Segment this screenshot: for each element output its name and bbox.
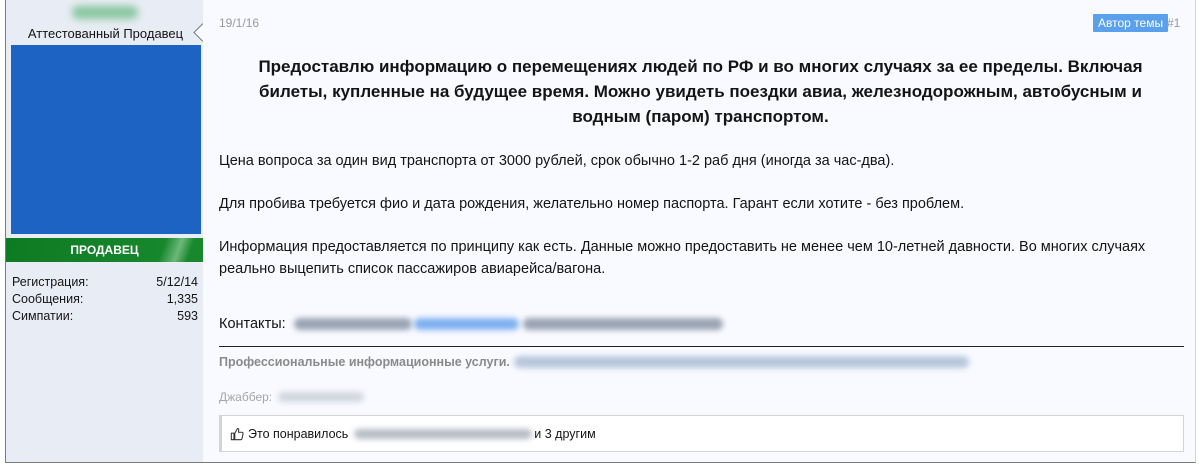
avatar[interactable] — [11, 45, 201, 234]
jabber-line: Джаббер: — [219, 390, 365, 404]
post-headline: Предоставлю информацию о перемещениях лю… — [258, 57, 1143, 126]
post-paragraph: Для пробива требуется фио и дата рождени… — [219, 196, 965, 212]
stat-value[interactable]: 1,335 — [167, 291, 198, 308]
jabber-label: Джаббер: — [219, 390, 273, 404]
stat-row-likes: Симпатии: 593 — [12, 308, 198, 325]
likes-summary: Это понравилось и 3 другим — [219, 415, 1184, 452]
stat-value: 593 — [177, 309, 198, 323]
contacts-redacted-email[interactable] — [293, 318, 412, 330]
user-title: Аттестованный Продавец — [27, 26, 184, 41]
jabber-redacted-address — [278, 392, 365, 402]
likes-redacted-usernames[interactable] — [354, 428, 533, 439]
contacts-line: Контакты: — [219, 316, 723, 332]
stat-value: 5/12/14 — [156, 275, 198, 289]
signature-redacted-link[interactable] — [513, 356, 969, 368]
signature-line: Профессиональные информационные услуги. — [219, 355, 969, 369]
post-date[interactable]: 19/1/16 — [219, 16, 259, 30]
stat-row-registration: Регистрация: 5/12/14 — [12, 274, 198, 291]
author-badge: Автор темы — [1093, 14, 1169, 32]
likes-text-start: Это понравилось — [248, 426, 349, 441]
signature-label: Профессиональные информационные услуги. — [219, 355, 510, 369]
contacts-label: Контакты: — [219, 316, 286, 332]
likes-text-end[interactable]: и 3 другим — [534, 427, 595, 441]
stat-label: Регистрация: — [12, 275, 89, 289]
stat-label: Симпатии: — [12, 309, 74, 323]
user-stats: Регистрация: 5/12/14 Сообщения: 1,335 Си… — [12, 274, 198, 325]
username-redacted[interactable] — [72, 6, 138, 19]
contacts-redacted-link[interactable] — [413, 318, 519, 330]
role-banner: ПРОДАВЕЦ — [6, 238, 203, 262]
post-paragraph: Информация предоставляется по принципу к… — [219, 239, 1146, 277]
stat-label: Сообщения: — [12, 292, 84, 306]
thumbs-up-icon — [230, 427, 244, 440]
signature-divider — [219, 346, 1184, 347]
post-paragraph: Цена вопроса за один вид транспорта от 3… — [219, 153, 895, 169]
message-content: 19/1/16 Автор темы #1 Предоставлю информ… — [203, 0, 1196, 463]
contacts-redacted-text — [522, 318, 723, 330]
user-info-panel: Аттестованный Продавец ПРОДАВЕЦ Регистра… — [5, 0, 204, 463]
stat-row-messages: Сообщения: 1,335 — [12, 291, 198, 308]
post-number-link[interactable]: #1 — [1167, 16, 1180, 30]
